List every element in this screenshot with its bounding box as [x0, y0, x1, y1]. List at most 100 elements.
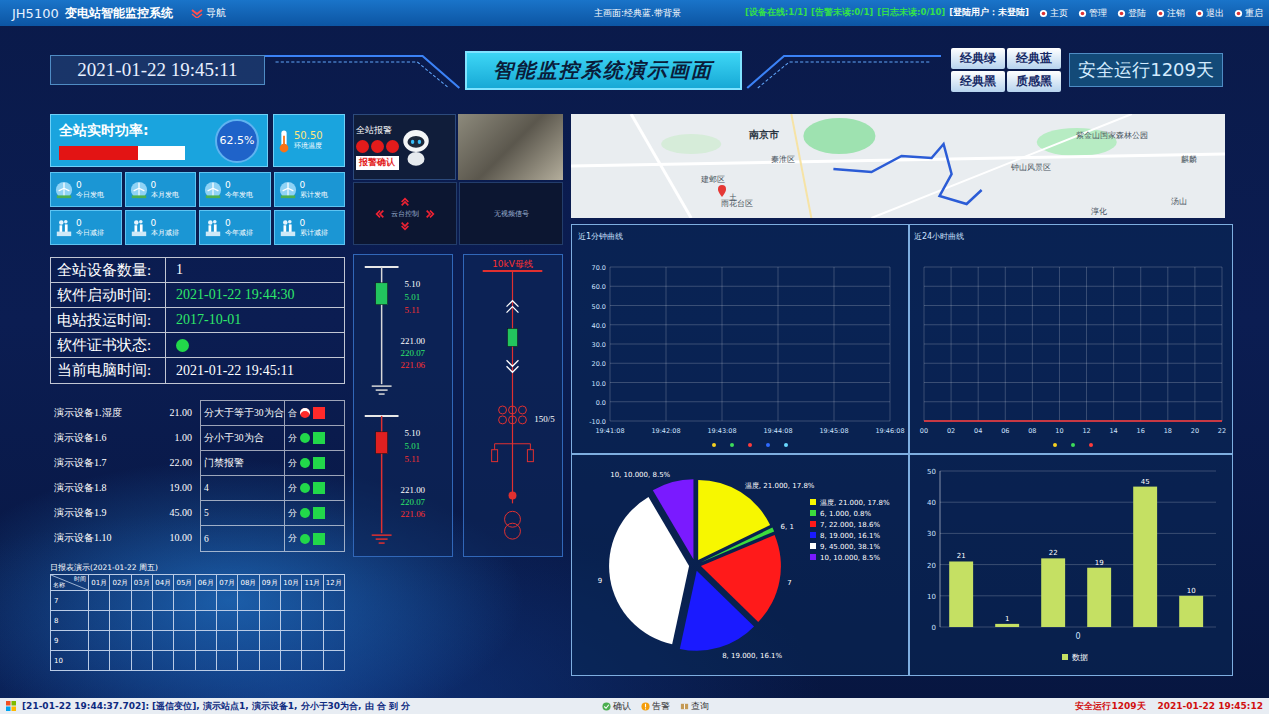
minute-trend-chart: 近1分钟曲线70.060.050.040.030.020.010.00.0-10… — [571, 224, 909, 454]
info-value: 2017-10-01 — [176, 312, 241, 328]
svg-text:221.06: 221.06 — [401, 509, 426, 519]
device-row: 演示设备1.湿度 21.00 — [50, 400, 196, 425]
windows-icon[interactable] — [6, 701, 16, 711]
svg-text:221.06: 221.06 — [401, 360, 426, 370]
nav-button[interactable]: 导航 — [191, 6, 226, 20]
bar[interactable] — [995, 624, 1019, 627]
pie-slice[interactable] — [653, 479, 694, 559]
ptz-right-icon[interactable] — [425, 209, 435, 219]
daily-report: 日报表演示(2021-01-22 周五) 时间 名称 01月02月03月04月0… — [50, 562, 345, 671]
device-row: 演示设备1.7 22.00 — [50, 450, 196, 475]
breaker[interactable] — [376, 283, 388, 305]
report-title: 日报表演示(2021-01-22 周五) — [50, 562, 345, 574]
theme-button[interactable]: 质感黑 — [1007, 71, 1061, 92]
menu-icon — [1117, 9, 1126, 18]
stat-label: 累计减排 — [300, 228, 328, 238]
menu-item[interactable]: 注销 — [1156, 7, 1185, 20]
menu-icon — [1234, 9, 1243, 18]
svg-text:10kV母线: 10kV母线 — [492, 259, 533, 269]
svg-text:5.10: 5.10 — [404, 428, 420, 438]
stat-tile: 0 本月发电 — [125, 172, 197, 207]
status-counter: [日志未读:0/10] — [877, 7, 945, 19]
map-label: 麒麟 — [1181, 154, 1197, 165]
menu-item[interactable]: 管理 — [1078, 7, 1107, 20]
ptz-left-icon[interactable] — [375, 209, 385, 219]
ptz-down-icon[interactable] — [400, 221, 410, 231]
svg-text:0.0: 0.0 — [596, 399, 606, 407]
map-label: 紫金山国家森林公园 — [1076, 130, 1148, 141]
legend-dot — [1071, 443, 1075, 447]
svg-text:19:43:08: 19:43:08 — [707, 427, 736, 435]
svg-text:7: 7 — [787, 579, 791, 587]
menu-item[interactable]: 重启 — [1234, 7, 1263, 20]
legend-dot — [712, 443, 716, 447]
menu-item[interactable]: 主页 — [1039, 7, 1068, 20]
bar[interactable] — [1087, 568, 1111, 627]
status-button[interactable]: 告警 — [641, 700, 670, 713]
device-row: 演示设备1.8 19.00 — [50, 475, 196, 500]
breaker[interactable] — [376, 432, 388, 454]
ptz-up-icon[interactable] — [400, 197, 410, 207]
factory-icon — [55, 219, 73, 237]
alarm-lamp — [371, 140, 384, 153]
pie-slice[interactable] — [680, 571, 754, 651]
svg-text:10, 10.000, 8.5%: 10, 10.000, 8.5% — [610, 471, 670, 479]
svg-text:221.00: 221.00 — [401, 336, 426, 346]
switch-state-dot — [300, 508, 310, 518]
wind-turbine-icon — [279, 181, 297, 199]
svg-text:6, 1.000, 0.8%: 6, 1.000, 0.8% — [820, 510, 872, 518]
svg-text:08: 08 — [1028, 427, 1036, 435]
report-column: 07月 — [217, 575, 238, 591]
svg-text:10, 10.000, 8.5%: 10, 10.000, 8.5% — [820, 554, 880, 562]
switch-row: 门禁报警 分 — [201, 451, 344, 476]
menu-item[interactable]: 登陆 — [1117, 7, 1146, 20]
report-column: 03月 — [132, 575, 153, 591]
svg-text:21: 21 — [957, 552, 966, 560]
bar[interactable] — [1133, 487, 1157, 627]
legend-dot — [1089, 443, 1093, 447]
wind-turbine-icon — [130, 181, 148, 199]
theme-button[interactable]: 经典绿 — [951, 48, 1005, 69]
menu-item[interactable]: 退出 — [1195, 7, 1224, 20]
svg-text:45: 45 — [1141, 478, 1150, 486]
bar[interactable] — [949, 561, 973, 627]
svg-text:60.0: 60.0 — [592, 283, 606, 291]
station-map[interactable]: 南京市秦淮区建邺区雨花台区钟山风景区紫金山国家森林公园麒麟汤山淳化土 — [571, 114, 1225, 218]
legend-dot — [766, 443, 770, 447]
feeder-breaker[interactable] — [508, 329, 518, 347]
device-row: 演示设备1.6 1.00 — [50, 425, 196, 450]
status-button[interactable]: 查询 — [680, 700, 709, 713]
bar[interactable] — [1041, 558, 1065, 627]
ptz-control: 云台控制 — [353, 182, 457, 245]
map-label: 汤山 — [1171, 196, 1187, 207]
info-label: 软件启动时间: — [51, 283, 166, 307]
switch-state-dot — [300, 483, 310, 493]
map-label: 淳化 — [1091, 206, 1107, 217]
svg-text:19:42:08: 19:42:08 — [651, 427, 680, 435]
bar[interactable] — [1179, 596, 1203, 627]
stat-label: 今年减排 — [225, 228, 253, 238]
svg-text:221.00: 221.00 — [401, 485, 426, 495]
map-pin-icon[interactable] — [717, 184, 727, 198]
alarm-lamp — [386, 140, 399, 153]
monitor-screen: JH5100 变电站智能监控系统 导航 主画面:经典蓝.带背景 [设备在线:1/… — [0, 0, 1269, 714]
alarm-ack-button[interactable]: 报警确认 — [356, 156, 399, 170]
stat-tile: 0 本月减排 — [125, 210, 197, 245]
report-column: 02月 — [110, 575, 131, 591]
map-label: 雨花台区 — [721, 198, 753, 209]
status-button[interactable]: 确认 — [602, 700, 631, 713]
feeder-diagram: 10kV母线150/5 — [463, 254, 563, 557]
theme-button[interactable]: 经典蓝 — [1007, 48, 1061, 69]
svg-text:16: 16 — [1137, 427, 1145, 435]
legend-dot — [784, 443, 788, 447]
power-percent: 62.5% — [215, 119, 259, 163]
map-label: 南京市 — [749, 128, 779, 142]
report-column: 08月 — [238, 575, 259, 591]
legend-dot — [748, 443, 752, 447]
theme-button[interactable]: 经典黑 — [951, 71, 1005, 92]
switch-row: 分大于等于30为合 合 — [201, 401, 344, 426]
svg-text:0: 0 — [932, 624, 936, 632]
event-message: [21-01-22 19:44:37.702]: [遥信变位], 演示站点1, … — [22, 700, 596, 713]
stat-label: 本月发电 — [151, 190, 179, 200]
svg-text:20.0: 20.0 — [592, 360, 606, 368]
